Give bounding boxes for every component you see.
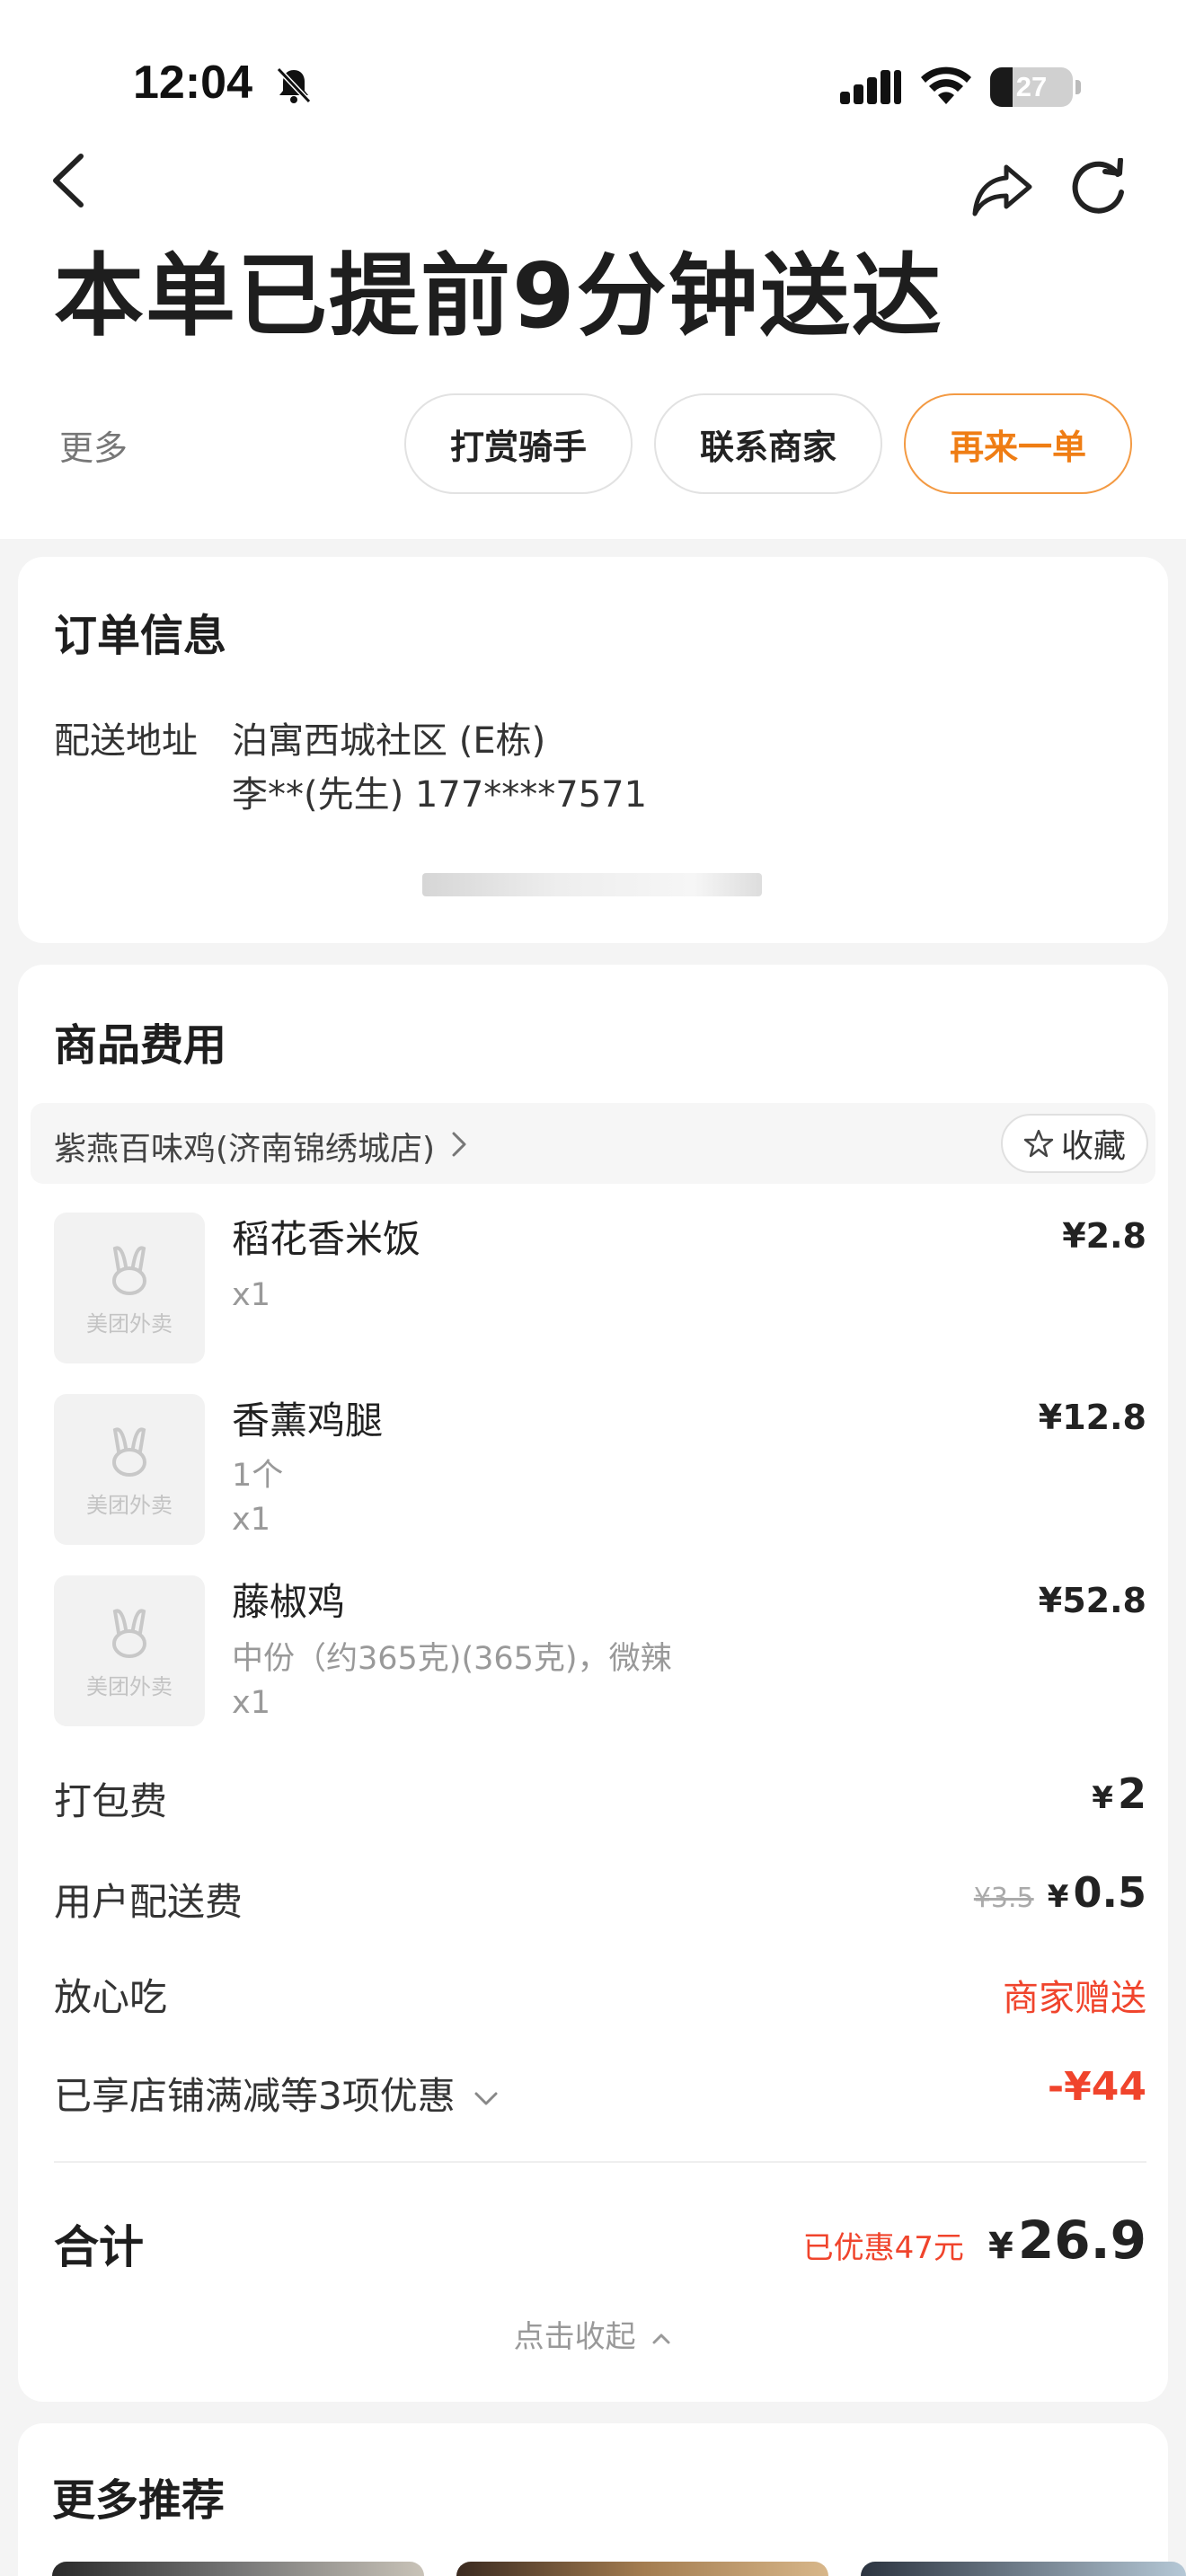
address-label: 配送地址 (54, 720, 198, 762)
bell-muted-icon (276, 66, 312, 104)
share-icon[interactable] (970, 160, 1035, 219)
recommend-item-image[interactable] (456, 2562, 828, 2576)
total-discount-note: 已优惠47元 (802, 2230, 964, 2266)
wifi-icon (921, 66, 971, 104)
item-spec: 1个 (232, 1458, 284, 1494)
address-text: 泊寓西城社区 (E栋) (232, 720, 546, 762)
recommend-title: 更多推荐 (52, 2475, 226, 2526)
page-title: 本单已提前9分钟送达 (54, 243, 943, 348)
contact-text: 李**(先生) 177****7571 (232, 774, 648, 816)
favorite-label: 收藏 (1060, 1128, 1126, 1165)
item-spec: 中份（约365克)(365克)，微辣 (232, 1641, 672, 1677)
packing-fee-label: 打包费 (54, 1779, 168, 1823)
safe-eat-label: 放心吃 (54, 1975, 168, 2019)
order-info-title: 订单信息 (54, 611, 227, 661)
total-amount: 26.9 (1017, 2210, 1146, 2271)
currency-symbol: ¥ (1047, 1879, 1069, 1915)
meituan-rabbit-icon (112, 1609, 146, 1658)
divider (54, 2161, 1146, 2163)
currency-symbol: ¥ (987, 2226, 1013, 2267)
item-price: ¥52.8 (1038, 1581, 1146, 1620)
tip-rider-button[interactable]: 打赏骑手 (404, 393, 633, 494)
store-bar[interactable]: 紫燕百味鸡(济南锦绣城店) 收藏 (31, 1103, 1155, 1184)
blurred-content (422, 873, 762, 896)
reorder-button[interactable]: 再来一单 (904, 393, 1132, 494)
goods-card: 商品费用 紫燕百味鸡(济南锦绣城店) 收藏 美团外卖 稻花香米饭 x1 ¥2.8… (18, 965, 1168, 2402)
more-link[interactable]: 更多 (59, 420, 128, 470)
item-qty: x1 (232, 1502, 270, 1538)
meituan-rabbit-icon (112, 1246, 146, 1295)
discount-label: 已享店铺满减等3项优惠 (54, 2074, 456, 2118)
chevron-down-icon (474, 2092, 498, 2104)
item-thumbnail[interactable]: 美团外卖 (54, 1213, 205, 1363)
signal-icon (840, 70, 901, 104)
delivery-fee-value: ¥3.5 ¥ 0.5 (974, 1868, 1146, 1917)
battery-nub (1075, 80, 1081, 94)
battery-level: 27 (1015, 71, 1048, 102)
chevron-right-icon (452, 1132, 466, 1157)
item-qty: x1 (232, 1685, 270, 1721)
item-thumbnail[interactable]: 美团外卖 (54, 1394, 205, 1545)
discount-value: -¥44 (1047, 2064, 1146, 2110)
currency-symbol: ¥ (1092, 1780, 1113, 1816)
contact-merchant-button[interactable]: 联系商家 (654, 393, 882, 494)
meituan-rabbit-icon (112, 1427, 146, 1477)
collapse-link[interactable]: 点击收起 (18, 2312, 1168, 2356)
star-icon (1023, 1129, 1054, 1158)
item-name: 藤椒鸡 (232, 1580, 346, 1624)
chevron-up-icon (652, 2333, 670, 2343)
safe-eat-value: 商家赠送 (1003, 1978, 1146, 2019)
goods-title: 商品费用 (54, 1020, 227, 1071)
recommend-item-image[interactable] (52, 2562, 424, 2576)
recommend-item-image[interactable] (861, 2562, 1186, 2576)
total-value: 已优惠47元 ¥ 26.9 (803, 2210, 1146, 2271)
placeholder-logo-text: 美团外卖 (86, 1674, 173, 1699)
discount-row[interactable]: 已享店铺满减等3项优惠 (54, 2066, 500, 2121)
status-time: 12:04 (133, 57, 252, 109)
placeholder-logo-text: 美团外卖 (86, 1311, 173, 1337)
packing-fee-amount: 2 (1117, 1769, 1146, 1818)
delivery-fee-amount: 0.5 (1073, 1868, 1147, 1917)
favorite-button[interactable]: 收藏 (1001, 1114, 1148, 1173)
packing-fee-value: ¥ 2 (1092, 1769, 1146, 1818)
total-label: 合计 (54, 2221, 144, 2273)
collapse-label: 点击收起 (513, 2319, 636, 2355)
item-price: ¥12.8 (1038, 1398, 1146, 1437)
delivery-original-price: ¥3.5 (973, 1883, 1034, 1914)
battery-icon: 27 (990, 67, 1073, 107)
refresh-icon[interactable] (1069, 158, 1128, 217)
placeholder-logo-text: 美团外卖 (86, 1493, 173, 1518)
item-name: 稻花香米饭 (232, 1217, 421, 1261)
order-info-card: 订单信息 配送地址 泊寓西城社区 (E栋) 李**(先生) 177****757… (18, 557, 1168, 943)
item-thumbnail[interactable]: 美团外卖 (54, 1575, 205, 1726)
item-price: ¥2.8 (1062, 1216, 1146, 1256)
store-name[interactable]: 紫燕百味鸡(济南锦绣城店) (54, 1123, 435, 1169)
delivery-fee-label: 用户配送费 (54, 1880, 243, 1924)
item-qty: x1 (232, 1277, 270, 1313)
item-name: 香薰鸡腿 (232, 1398, 384, 1442)
back-icon[interactable] (47, 151, 92, 210)
